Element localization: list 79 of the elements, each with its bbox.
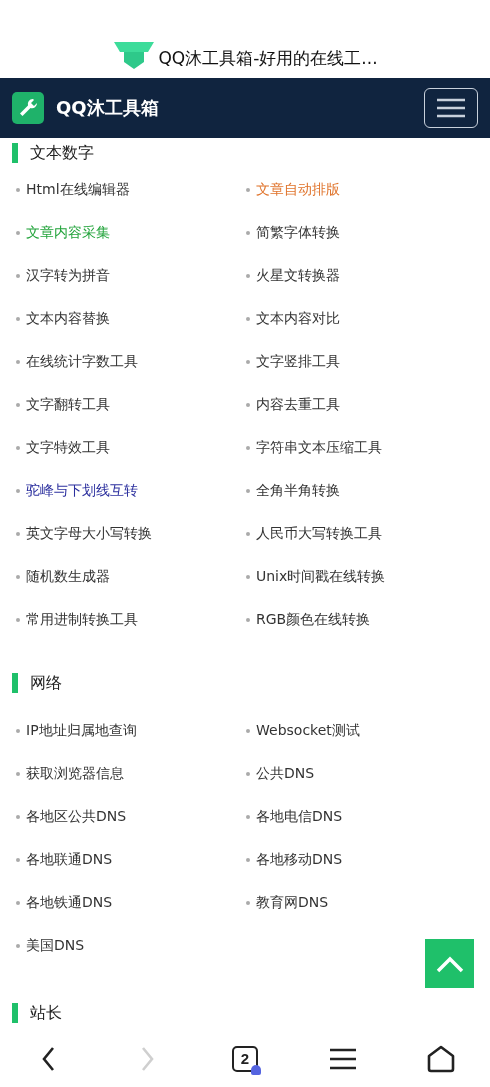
bullet-icon xyxy=(246,359,250,364)
tool-link[interactable]: IP地址归属地查询 xyxy=(26,721,137,740)
tool-link[interactable]: RGB颜色在线转换 xyxy=(256,610,371,629)
bullet-icon xyxy=(16,943,20,948)
tool-link[interactable]: 汉字转为拼音 xyxy=(26,266,110,285)
tool-link[interactable]: 英文字母大小写转换 xyxy=(26,524,152,543)
shield-icon xyxy=(112,40,157,70)
tool-link[interactable]: 各地电信DNS xyxy=(256,807,343,826)
tool-link[interactable]: 获取浏览器信息 xyxy=(26,764,124,783)
tool-link[interactable]: 各地铁通DNS xyxy=(26,893,113,912)
bullet-icon xyxy=(246,187,250,192)
wrench-icon xyxy=(12,92,44,124)
bullet-icon xyxy=(16,187,20,192)
bullet-icon xyxy=(246,445,250,450)
bullet-icon xyxy=(16,617,20,622)
bullet-icon xyxy=(246,488,250,493)
tool-link[interactable]: 全角半角转换 xyxy=(256,481,340,500)
bullet-icon xyxy=(246,814,250,819)
bullet-icon xyxy=(246,574,250,579)
tool-link[interactable]: 内容去重工具 xyxy=(256,395,340,414)
bullet-icon xyxy=(246,230,250,235)
bullet-icon xyxy=(16,814,20,819)
bullet-icon xyxy=(246,728,250,733)
tool-link[interactable]: 各地联通DNS xyxy=(26,850,113,869)
tool-link[interactable]: 文本内容对比 xyxy=(256,309,340,328)
bullet-icon xyxy=(16,445,20,450)
bullet-icon xyxy=(16,359,20,364)
tool-link[interactable]: 字符串文本压缩工具 xyxy=(256,438,382,457)
tool-link[interactable]: 文字翻转工具 xyxy=(26,395,110,414)
tool-link[interactable]: Websocket测试 xyxy=(256,721,360,740)
bullet-icon xyxy=(246,531,250,536)
heading-marker xyxy=(12,673,18,693)
tabs-button[interactable]: 2 xyxy=(223,1036,267,1081)
bullet-icon xyxy=(16,857,20,862)
section-heading: 网络 xyxy=(30,672,62,694)
bullet-icon xyxy=(16,728,20,733)
bullet-icon xyxy=(246,857,250,862)
section-heading: 文本数字 xyxy=(30,142,94,164)
bullet-icon xyxy=(16,230,20,235)
bullet-icon xyxy=(16,900,20,905)
tool-link[interactable]: 驼峰与下划线互转 xyxy=(26,481,138,500)
tool-link[interactable]: Html在线编辑器 xyxy=(26,180,130,199)
section-heading: 站长 xyxy=(30,1002,62,1024)
tool-link[interactable]: 火星文转换器 xyxy=(256,266,340,285)
tool-link[interactable]: 各地移动DNS xyxy=(256,850,343,869)
tool-link[interactable]: 人民币大写转换工具 xyxy=(256,524,382,543)
tool-link[interactable]: 美国DNS xyxy=(26,936,85,955)
tool-link[interactable]: Unix时间戳在线转换 xyxy=(256,567,386,586)
bullet-icon xyxy=(16,273,20,278)
heading-marker xyxy=(12,143,18,163)
page-title: QQ沐工具箱-好用的在线工... xyxy=(158,47,378,70)
bullet-icon xyxy=(246,617,250,622)
tool-link[interactable]: 简繁字体转换 xyxy=(256,223,340,242)
home-icon xyxy=(426,1043,456,1074)
menu-icon xyxy=(437,98,465,118)
bullet-icon xyxy=(246,900,250,905)
bullet-icon xyxy=(16,488,20,493)
tool-link[interactable]: 文本内容替换 xyxy=(26,309,110,328)
bullet-icon xyxy=(16,771,20,776)
bullet-icon xyxy=(246,316,250,321)
tool-link[interactable]: 各地区公共DNS xyxy=(26,807,127,826)
bullet-icon xyxy=(246,771,250,776)
menu-button[interactable] xyxy=(424,88,478,128)
tool-link[interactable]: 文字竖排工具 xyxy=(256,352,340,371)
site-name[interactable]: QQ沐工具箱 xyxy=(56,96,159,120)
tool-link[interactable]: 教育网DNS xyxy=(256,893,329,912)
tool-link[interactable]: 在线统计字数工具 xyxy=(26,352,138,371)
bullet-icon xyxy=(16,531,20,536)
bullet-icon xyxy=(246,402,250,407)
bullet-icon xyxy=(16,316,20,321)
tool-link[interactable]: 公共DNS xyxy=(256,764,315,783)
tool-link[interactable]: 随机数生成器 xyxy=(26,567,110,586)
tool-link[interactable]: 常用进制转换工具 xyxy=(26,610,138,629)
bullet-icon xyxy=(246,273,250,278)
menu-icon xyxy=(330,1047,356,1070)
bullet-icon xyxy=(16,574,20,579)
tool-link[interactable]: 文字特效工具 xyxy=(26,438,110,457)
heading-marker xyxy=(12,1003,18,1023)
bullet-icon xyxy=(16,402,20,407)
